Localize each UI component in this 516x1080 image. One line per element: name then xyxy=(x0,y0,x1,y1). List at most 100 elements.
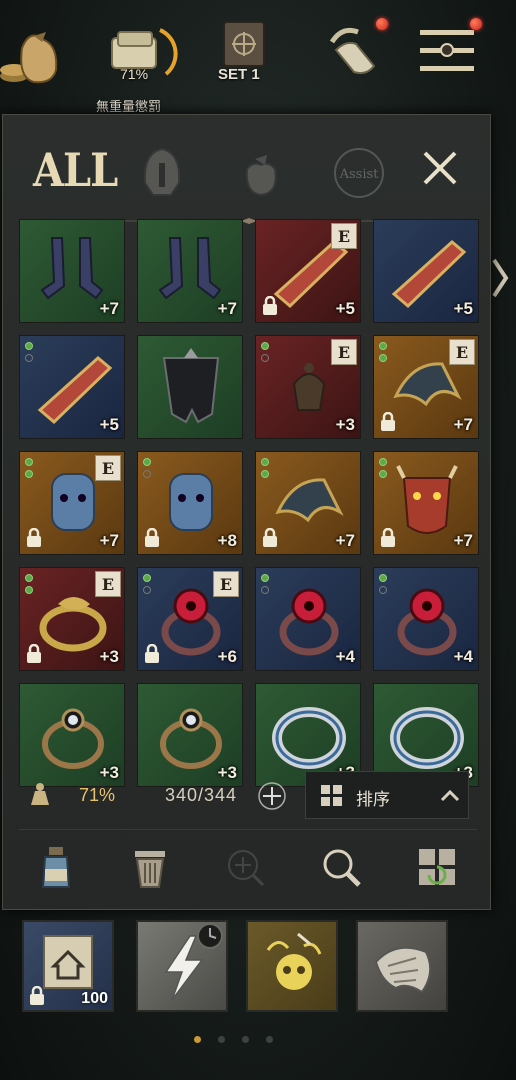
cooldown-timer-icon xyxy=(196,922,224,950)
inventory-slot-gauntlet[interactable]: +5 xyxy=(19,335,125,439)
inventory-slot-gauntlet[interactable]: E +5 xyxy=(255,219,361,323)
search-icon xyxy=(323,849,361,887)
socket-gem xyxy=(25,470,33,478)
plus-circle-icon xyxy=(258,782,286,810)
socket-gem xyxy=(25,342,33,350)
auto-sort-button[interactable] xyxy=(415,845,461,891)
add-circle-icon xyxy=(228,850,265,887)
potion-icon xyxy=(41,847,71,888)
menu-icon[interactable] xyxy=(414,22,480,78)
gold-bag-icon[interactable] xyxy=(0,18,64,90)
weight-icon xyxy=(27,781,53,807)
enhancement-level: +7 xyxy=(453,415,473,434)
equipped-badge: E xyxy=(331,339,357,365)
inventory-slot-shoulder-armor[interactable]: +7 xyxy=(255,451,361,555)
helmet-icon xyxy=(143,147,181,196)
lock-icon xyxy=(381,412,395,431)
side-arrow-icon[interactable] xyxy=(490,256,510,300)
capacity-count: 340/344 xyxy=(165,785,238,805)
tab-all[interactable]: ALL xyxy=(33,143,118,197)
lock-icon xyxy=(27,528,41,547)
lock-icon xyxy=(145,528,159,547)
inventory-slot-demon-mask[interactable]: +7 xyxy=(373,451,479,555)
enhancement-level: +7 xyxy=(99,531,119,550)
inventory-slot-mask[interactable]: +8 xyxy=(137,451,243,555)
equipped-badge: E xyxy=(331,223,357,249)
potion-button[interactable] xyxy=(33,845,79,891)
equipped-badge: E xyxy=(449,339,475,365)
search-button[interactable] xyxy=(319,845,365,891)
lock-icon xyxy=(145,644,159,663)
tab-divider xyxy=(19,211,479,224)
inventory-slot-eye-ring[interactable]: +4 xyxy=(373,567,479,671)
tools-divider xyxy=(19,829,477,830)
inventory-slot-eye-ring[interactable]: E +6 xyxy=(137,567,243,671)
set-label: SET 1 xyxy=(218,66,260,83)
cloak-icon xyxy=(162,348,220,424)
inventory-status-bar: 71% 340/344 排序 xyxy=(19,767,477,823)
inventory-tools xyxy=(19,835,477,901)
socket-gem xyxy=(261,470,269,478)
quick-slot-claw[interactable] xyxy=(356,920,448,1012)
zoom-disabled-button[interactable] xyxy=(223,845,269,891)
socket-gem xyxy=(379,470,387,478)
quick-slot-home[interactable]: 100 xyxy=(22,920,114,1012)
socket-gem xyxy=(25,586,33,594)
weight-percent: 71% xyxy=(79,785,116,805)
home-scroll-icon xyxy=(43,935,93,989)
inventory-slot-gold-ring[interactable]: E +3 xyxy=(19,567,125,671)
equipped-badge: E xyxy=(213,571,239,597)
lock-icon xyxy=(263,528,277,547)
sort-button[interactable]: 排序 xyxy=(305,771,469,819)
tab-consumables[interactable] xyxy=(235,143,285,201)
discard-button[interactable] xyxy=(127,845,173,891)
tab-assist[interactable]: Assist xyxy=(329,143,389,201)
lock-icon xyxy=(263,296,277,315)
socket-indicators xyxy=(379,574,391,598)
inventory-slot-eye-ring[interactable]: +4 xyxy=(255,567,361,671)
expand-capacity-button[interactable] xyxy=(257,781,287,811)
socket-indicators xyxy=(143,458,155,482)
enhancement-level: +7 xyxy=(217,299,237,318)
enhancement-level: +8 xyxy=(217,531,237,550)
inventory-slot-incense[interactable]: E +3 xyxy=(255,335,361,439)
page-indicator-dot xyxy=(194,1036,201,1043)
claw-icon xyxy=(374,946,432,994)
inventory-slot-greaves[interactable]: +7 xyxy=(137,219,243,323)
socket-gem xyxy=(379,458,387,466)
enhancement-level: +5 xyxy=(335,299,355,318)
socket-gem xyxy=(261,342,269,350)
socket-indicators xyxy=(25,574,37,598)
socket-gem xyxy=(143,458,151,466)
close-button[interactable] xyxy=(421,149,459,187)
inventory-slot-shoulder-armor[interactable]: E +7 xyxy=(373,335,479,439)
socket-gem xyxy=(261,354,269,362)
page-indicator-dot xyxy=(242,1036,249,1043)
quick-slot-curse[interactable] xyxy=(246,920,338,1012)
enhancement-level: +5 xyxy=(99,415,119,434)
socket-indicators xyxy=(25,342,37,366)
inventory-slot-gauntlet[interactable]: +5 xyxy=(373,219,479,323)
weight-status-label: 無重量懲罰 xyxy=(96,99,162,114)
socket-gem xyxy=(379,354,387,362)
socket-gem xyxy=(143,574,151,582)
inventory-slot-greaves[interactable]: +7 xyxy=(19,219,125,323)
sort-label: 排序 xyxy=(356,790,390,809)
enhancement-level: +7 xyxy=(335,531,355,550)
lock-icon xyxy=(30,986,44,1005)
socket-gem xyxy=(379,342,387,350)
weight-percent-top: 71% xyxy=(120,66,149,82)
close-icon xyxy=(423,151,457,185)
home-scroll-count: 100 xyxy=(81,990,108,1007)
grid-sort-icon xyxy=(321,785,342,806)
inventory-panel: ALL Assist +7 +7 E +5 +5 +5 E +3 E +7 E … xyxy=(2,114,491,910)
quest-scroll-icon[interactable] xyxy=(326,20,382,80)
inventory-slot-mask[interactable]: E +7 xyxy=(19,451,125,555)
enhancement-level: +6 xyxy=(217,647,237,666)
socket-indicators xyxy=(261,342,273,366)
inventory-slot-cloak[interactable] xyxy=(137,335,243,439)
enhancement-level: +7 xyxy=(99,299,119,318)
enhancement-level: +5 xyxy=(453,299,473,318)
tab-equipment[interactable] xyxy=(137,143,187,201)
equipment-set-book-icon[interactable] xyxy=(218,18,270,70)
